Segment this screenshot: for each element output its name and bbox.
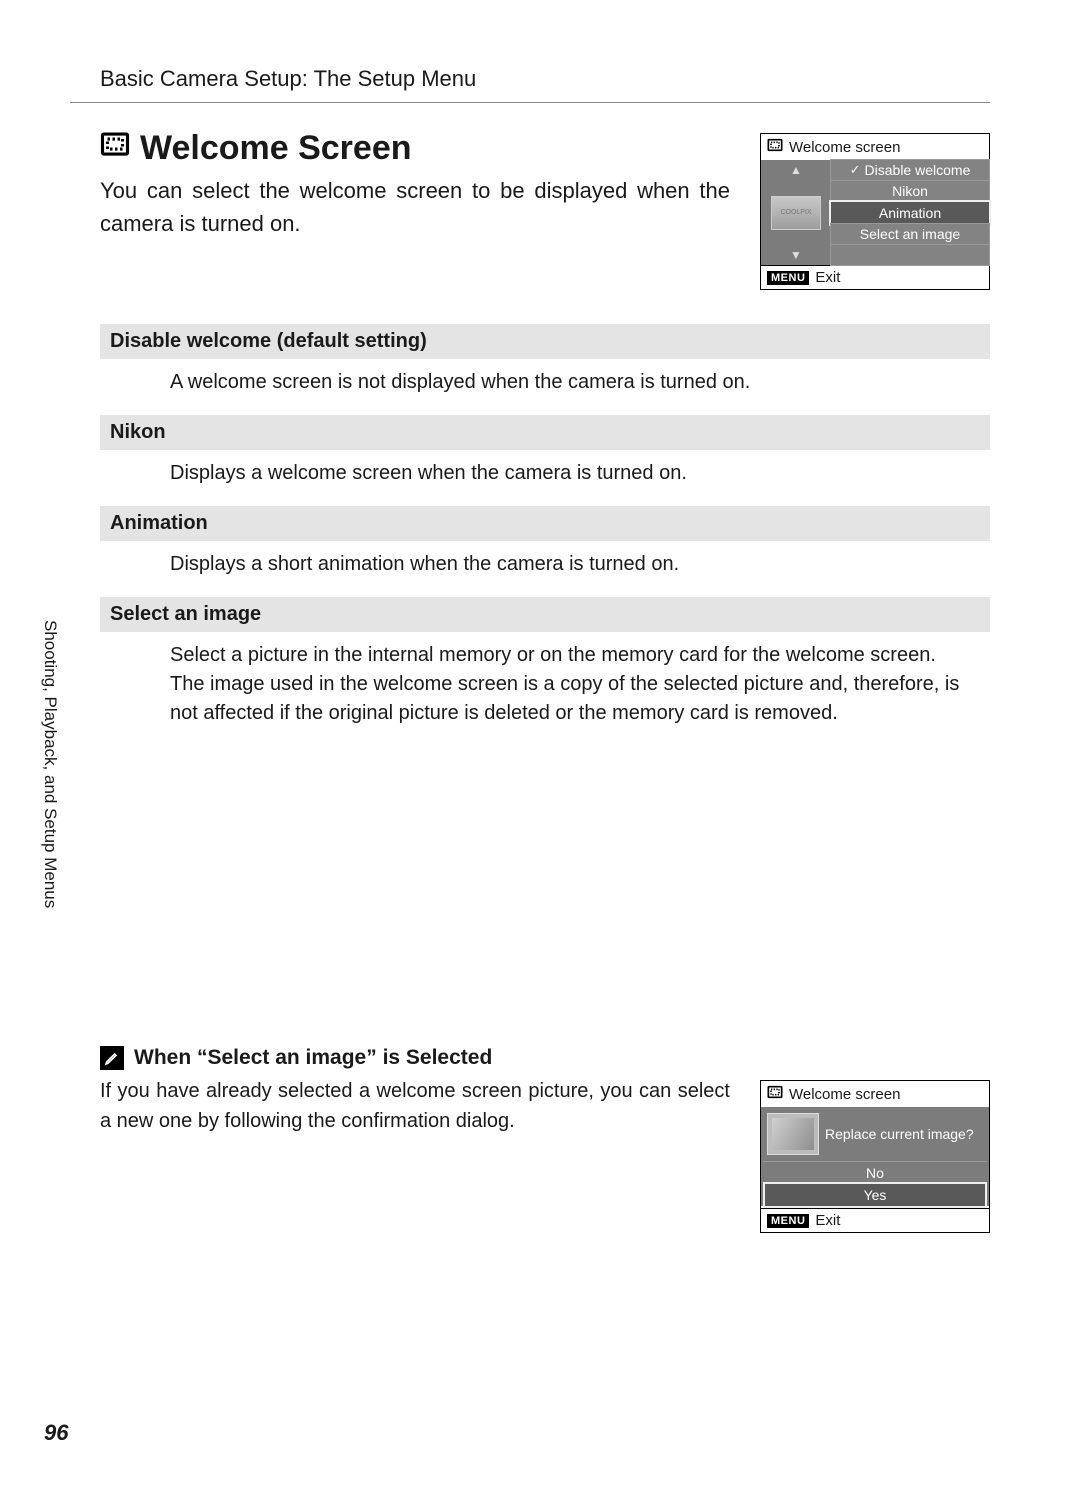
preview-thumbnail: COOLPIX [771, 196, 821, 230]
note-text: If you have already selected a welcome s… [100, 1076, 730, 1136]
welcome-screen-icon [767, 1084, 783, 1104]
lcd-left-column: ▲ COOLPIX ▼ [761, 160, 831, 265]
menu-badge-icon: MENU [767, 1214, 809, 1228]
lcd-body: ▲ COOLPIX ▼ ✓ Disable welcome Nikon [761, 160, 989, 265]
option-description: Displays a short animation when the came… [100, 542, 990, 597]
down-arrow-icon: ▼ [790, 249, 802, 261]
breadcrumb: Basic Camera Setup: The Setup Menu [70, 60, 990, 103]
replace-prompt-row: Replace current image? [763, 1111, 987, 1161]
note-row: If you have already selected a welcome s… [100, 1076, 990, 1233]
option-heading: Disable welcome (default setting) [100, 324, 990, 360]
dialog-choice-yes: Yes [765, 1184, 985, 1206]
lcd-header: Welcome screen [761, 1081, 989, 1107]
check-icon: ✓ [850, 162, 861, 178]
camera-lcd-replace-dialog: Welcome screen Replace current image? No… [760, 1080, 990, 1233]
pencil-note-icon [100, 1046, 124, 1070]
welcome-screen-icon [100, 129, 130, 168]
note-title-row: When “Select an image” is Selected [100, 1046, 990, 1070]
menu-badge-icon: MENU [767, 271, 809, 285]
title-and-lcd-row: Welcome Screen You can select the welcom… [100, 129, 990, 290]
lcd-header: Welcome screen [761, 134, 989, 160]
lcd-option-list: ✓ Disable welcome Nikon Animation Select… [831, 160, 989, 265]
camera-lcd-welcome-menu: Welcome screen ▲ COOLPIX ▼ ✓ Disable wel… [760, 133, 990, 290]
option-heading: Nikon [100, 415, 990, 451]
section-title: Welcome Screen [140, 129, 412, 168]
option-heading: Select an image [100, 597, 990, 633]
dialog-choice-no: No [763, 1161, 987, 1184]
content-area: Welcome Screen You can select the welcom… [70, 129, 990, 1233]
lcd-title: Welcome screen [789, 1086, 900, 1103]
welcome-screen-icon [767, 137, 783, 157]
lcd-footer: MENU Exit [761, 265, 989, 289]
option-description: Select a picture in the internal memory … [100, 633, 990, 746]
option-heading: Animation [100, 506, 990, 542]
options-table: Disable welcome (default setting) A welc… [100, 324, 990, 746]
lcd-footer: MENU Exit [761, 1208, 989, 1232]
up-arrow-icon: ▲ [790, 164, 802, 176]
note-section: When “Select an image” is Selected If yo… [100, 1046, 990, 1233]
replace-prompt-text: Replace current image? [825, 1126, 974, 1143]
lcd-option-nikon: Nikon [831, 181, 989, 202]
current-image-thumbnail [767, 1113, 819, 1155]
lcd-footer-label: Exit [815, 1212, 840, 1229]
lcd-body: Replace current image? No Yes [761, 1107, 989, 1206]
lcd-option-animation: Animation [831, 202, 989, 223]
option-description: Displays a welcome screen when the camer… [100, 451, 990, 506]
note-title: When “Select an image” is Selected [134, 1046, 492, 1070]
intro-text: You can select the welcome screen to be … [100, 174, 730, 240]
lcd-title: Welcome screen [789, 139, 900, 156]
manual-page: Basic Camera Setup: The Setup Menu Welco… [0, 0, 1080, 1486]
lcd-option-empty [831, 245, 989, 265]
lcd-option-select-image: Select an image [831, 224, 989, 245]
section-title-row: Welcome Screen [100, 129, 730, 168]
page-number: 96 [44, 1420, 68, 1446]
lcd-option-disable: ✓ Disable welcome [831, 160, 989, 181]
lcd-footer-label: Exit [815, 269, 840, 286]
side-tab-label: Shooting, Playback, and Setup Menus [40, 620, 60, 908]
option-description: A welcome screen is not displayed when t… [100, 360, 990, 415]
